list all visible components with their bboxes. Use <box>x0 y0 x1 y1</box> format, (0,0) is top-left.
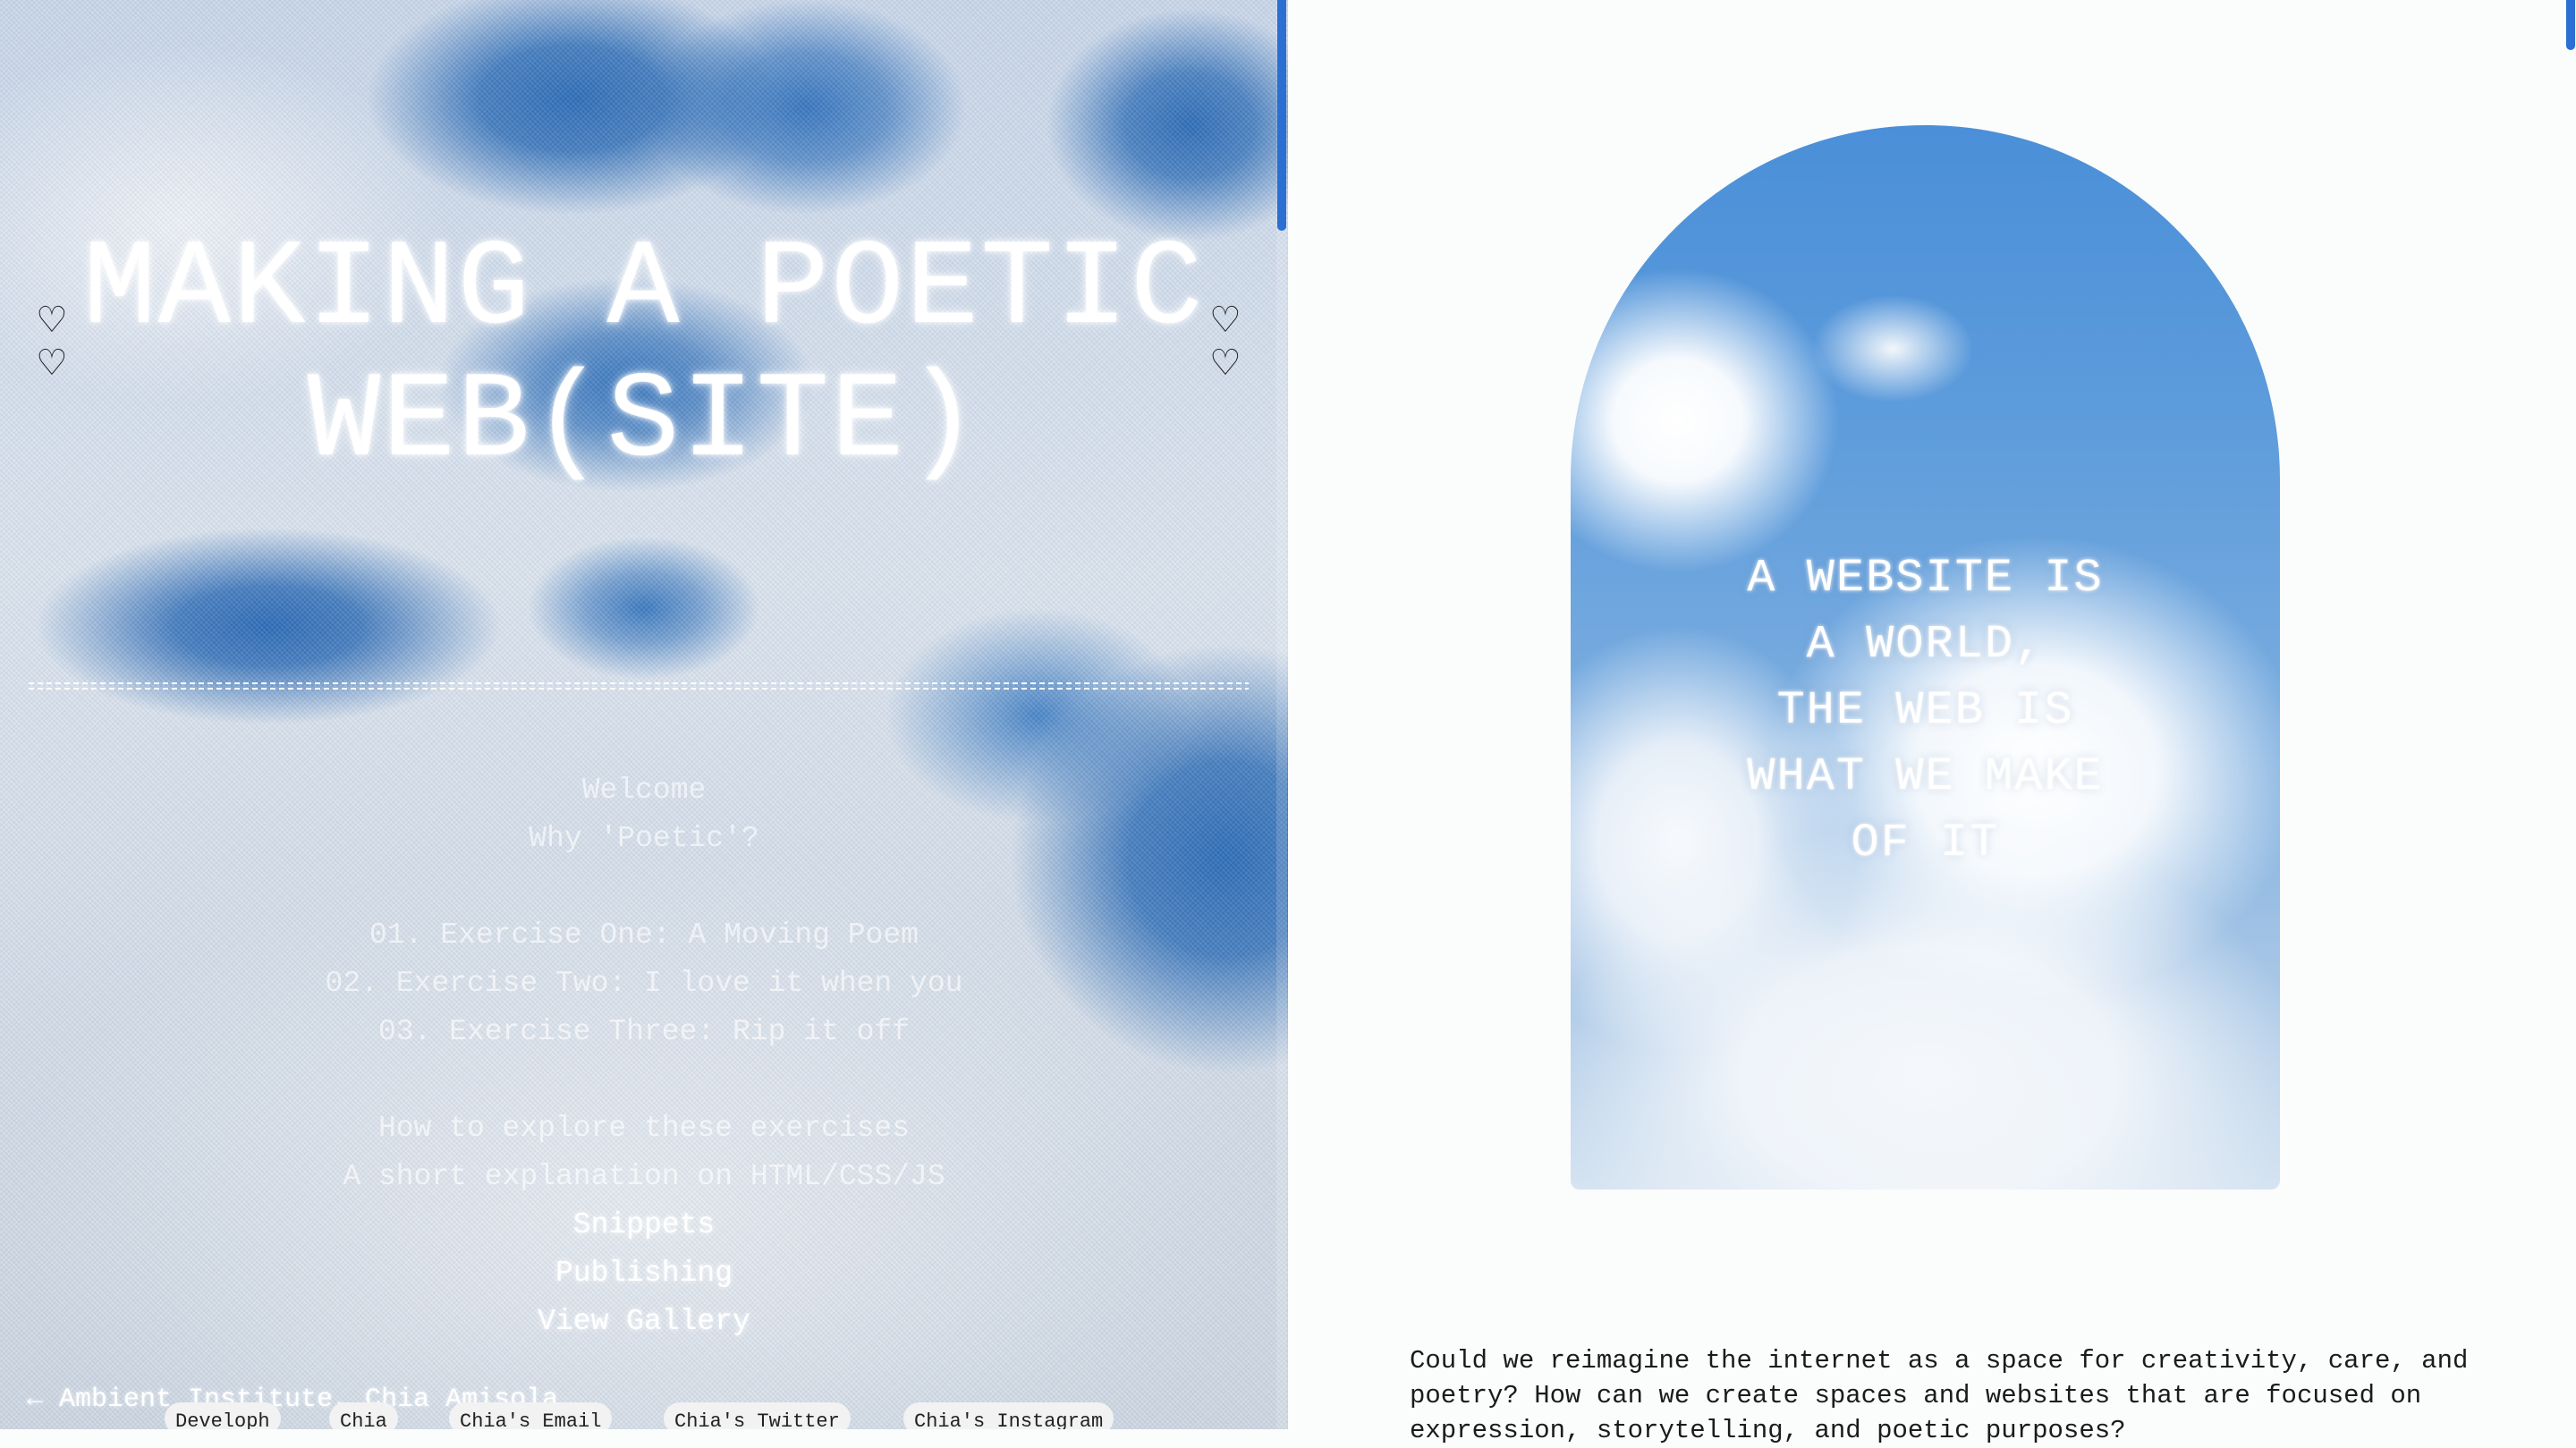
arch-caption-line: WHAT WE MAKE <box>1747 750 2104 803</box>
menu-item-exercise-one[interactable]: 01. Exercise One: A Moving Poem <box>0 911 1288 960</box>
menu-item-welcome[interactable]: Welcome <box>0 766 1288 815</box>
menu-item-publishing[interactable]: Publishing <box>0 1249 1288 1298</box>
right-scrollbar-thumb[interactable] <box>2566 0 2575 50</box>
heart-icon: ♡ <box>1209 343 1241 384</box>
arch-caption: A WEBSITE IS A WORLD, THE WEB IS WHAT WE… <box>1571 546 2280 876</box>
intro-paragraph: Could we reimagine the internet as a spa… <box>1410 1346 2469 1445</box>
arch-caption-line: OF IT <box>1851 817 2000 869</box>
cloud-arch-image: A WEBSITE IS A WORLD, THE WEB IS WHAT WE… <box>1571 125 2280 1190</box>
heart-icon: ♡ <box>36 343 68 384</box>
menu-item-how-to-explore[interactable]: How to explore these exercises <box>0 1105 1288 1153</box>
link-chips: Developh Chia Chia's Email Chia's Twitte… <box>0 1402 1288 1429</box>
left-scrollbar-thumb[interactable] <box>1277 0 1286 231</box>
dashed-divider <box>29 682 1249 690</box>
right-panel: A WEBSITE IS A WORLD, THE WEB IS WHAT WE… <box>1288 0 2576 1445</box>
menu-item-view-gallery[interactable]: View Gallery <box>0 1298 1288 1346</box>
arch-caption-line: A WEBSITE IS <box>1747 552 2104 605</box>
chip-instagram[interactable]: Chia's Instagram <box>903 1402 1114 1429</box>
arch-caption-line: A WORLD, <box>1806 618 2045 671</box>
chip-chia[interactable]: Chia <box>329 1402 398 1429</box>
heart-icon: ♡ <box>36 300 68 341</box>
menu-item-html-css-js[interactable]: A short explanation on HTML/CSS/JS <box>0 1153 1288 1201</box>
table-of-contents: Welcome Why 'Poetic'? 01. Exercise One: … <box>0 766 1288 1346</box>
menu-item-why-poetic[interactable]: Why 'Poetic'? <box>0 815 1288 863</box>
left-panel: MAKING A POETIC WEB(SITE) ♡ ♡ ♡ ♡ Welcom… <box>0 0 1288 1429</box>
page-title: MAKING A POETIC WEB(SITE) <box>0 224 1288 488</box>
menu-gap <box>0 1056 1288 1105</box>
heart-icon: ♡ <box>1209 300 1241 341</box>
menu-item-exercise-two[interactable]: 02. Exercise Two: I love it when you <box>0 960 1288 1008</box>
menu-gap <box>0 863 1288 911</box>
chip-twitter[interactable]: Chia's Twitter <box>664 1402 851 1429</box>
page-title-line-2: WEB(SITE) <box>307 353 981 491</box>
arch-caption-line: THE WEB IS <box>1776 684 2074 737</box>
chip-developh[interactable]: Developh <box>165 1402 281 1429</box>
chip-email[interactable]: Chia's Email <box>449 1402 613 1429</box>
menu-item-exercise-three[interactable]: 03. Exercise Three: Rip it off <box>0 1008 1288 1056</box>
page-title-line-1: MAKING A POETIC <box>82 221 1206 359</box>
menu-item-snippets[interactable]: Snippets <box>0 1201 1288 1249</box>
